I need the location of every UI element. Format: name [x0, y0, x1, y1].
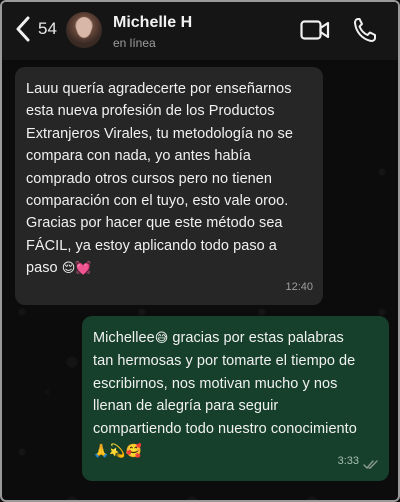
contact-name[interactable]: Michelle H: [113, 14, 192, 32]
unread-count: 54: [38, 19, 57, 38]
message-text: Michellee😅 gracias por estas palabras ta…: [93, 327, 377, 463]
double-check-icon: [363, 460, 378, 470]
video-call-icon: [300, 20, 330, 40]
message-emoji-start: 😅: [154, 331, 169, 346]
video-call-button[interactable]: [300, 20, 330, 45]
message-emoji-end: 🙏💫🥰: [93, 444, 142, 460]
message-text: Lauu quería agradecerte por enseñarnos e…: [26, 78, 311, 281]
phone-icon: [354, 18, 376, 42]
message-body: Lauu quería agradecerte por enseñarnos e…: [26, 81, 293, 277]
message-time: 3:33: [337, 454, 359, 467]
avatar[interactable]: [66, 12, 102, 48]
chat-header: 54 Michelle H en línea: [2, 2, 398, 60]
contact-status: en línea: [113, 36, 156, 50]
back-chevron-icon: [16, 16, 30, 42]
incoming-message[interactable]: Lauu quería agradecerte por enseñarnos e…: [15, 67, 323, 305]
chat-window: 54 Michelle H en línea Lauu quería agrad…: [0, 0, 400, 502]
back-button[interactable]: 54: [16, 16, 57, 42]
message-time: 12:40: [285, 280, 313, 293]
message-start: Michellee: [93, 330, 155, 346]
outgoing-message[interactable]: Michellee😅 gracias por estas palabras ta…: [82, 316, 389, 481]
voice-call-button[interactable]: [353, 17, 377, 48]
message-emoji: 😌💓: [61, 261, 92, 277]
